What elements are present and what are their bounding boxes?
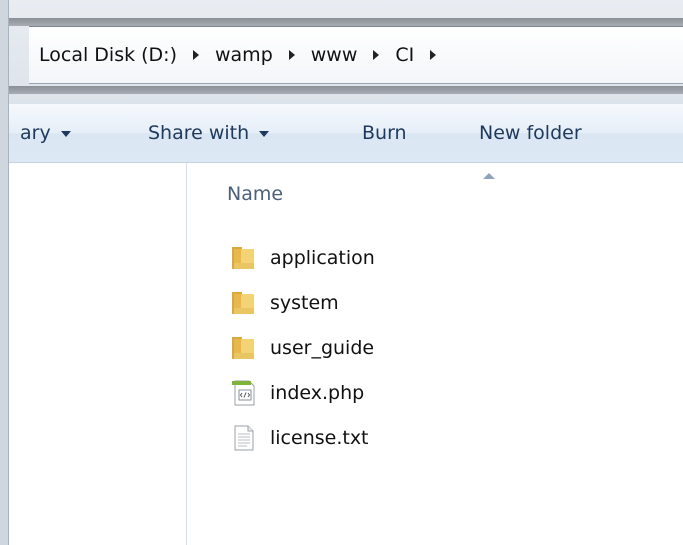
- breadcrumb-arrow-icon[interactable]: [373, 50, 380, 60]
- burn-button[interactable]: Burn: [362, 104, 407, 162]
- breadcrumb-arrow-icon[interactable]: [193, 50, 199, 60]
- list-item-application[interactable]: application: [229, 235, 649, 280]
- folder-icon: [229, 288, 259, 318]
- column-header-name[interactable]: Name: [227, 183, 283, 205]
- list-item-index-php[interactable]: index.php: [229, 370, 649, 415]
- share-with-label: Share with: [148, 122, 250, 144]
- text-file-icon: [229, 423, 259, 453]
- breadcrumb-local-disk[interactable]: Local Disk (D:): [37, 44, 179, 66]
- breadcrumb-ci[interactable]: CI: [393, 44, 416, 66]
- breadcrumb: Local Disk (D:) wamp www CI: [37, 27, 450, 83]
- burn-label: Burn: [362, 122, 407, 144]
- library-label: ary: [20, 122, 51, 144]
- breadcrumb-www[interactable]: www: [309, 44, 360, 66]
- folder-icon: [229, 243, 259, 273]
- folder-icon: [229, 333, 259, 363]
- window-left-border: [0, 0, 9, 545]
- file-name: system: [270, 291, 339, 314]
- file-list-pane[interactable]: Name application system user_guide index…: [187, 163, 683, 545]
- command-toolbar: ary Share with Burn New folder: [9, 104, 683, 163]
- list-item-system[interactable]: system: [229, 280, 649, 325]
- include-in-library-button[interactable]: ary: [20, 104, 71, 162]
- address-bottom-divider: [9, 86, 683, 94]
- breadcrumb-arrow-icon[interactable]: [430, 50, 437, 60]
- address-area: Local Disk (D:) wamp www CI: [9, 0, 683, 104]
- breadcrumb-wamp[interactable]: wamp: [213, 44, 275, 66]
- chevron-down-icon: [259, 131, 270, 137]
- new-folder-label: New folder: [479, 122, 582, 144]
- file-name: index.php: [270, 381, 365, 404]
- php-file-icon: [229, 378, 259, 408]
- address-bar[interactable]: Local Disk (D:) wamp www CI: [29, 26, 683, 84]
- breadcrumb-arrow-icon[interactable]: [288, 50, 295, 60]
- chevron-down-icon: [60, 131, 71, 137]
- list-item-license-txt[interactable]: license.txt: [229, 415, 649, 460]
- explorer-window: Local Disk (D:) wamp www CI ary Share wi…: [0, 0, 683, 545]
- file-list: application system user_guide index.php …: [229, 235, 649, 460]
- file-name: user_guide: [270, 336, 375, 359]
- file-name: license.txt: [270, 426, 369, 449]
- address-top-divider: [9, 18, 683, 26]
- file-name: application: [270, 246, 375, 269]
- new-folder-button[interactable]: New folder: [479, 104, 582, 162]
- share-with-button[interactable]: Share with: [148, 104, 270, 162]
- sort-ascending-icon: [483, 173, 495, 179]
- list-item-user-guide[interactable]: user_guide: [229, 325, 649, 370]
- navigation-pane[interactable]: [9, 163, 187, 545]
